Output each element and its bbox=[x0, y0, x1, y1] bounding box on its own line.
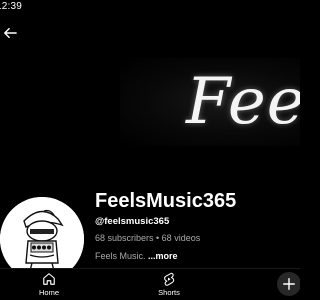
status-bar-time: 12:39 bbox=[0, 1, 23, 12]
arrow-left-icon bbox=[4, 27, 17, 39]
channel-banner: Feels bbox=[120, 58, 300, 146]
back-button[interactable] bbox=[1, 24, 19, 42]
nav-shorts[interactable]: Shorts bbox=[139, 272, 199, 300]
nav-shorts-label: Shorts bbox=[158, 288, 180, 297]
channel-stats: 68 subscribers • 68 videos bbox=[95, 233, 201, 243]
description-text: Feels Music. bbox=[95, 251, 146, 261]
channel-screen: 12:39 Feels FeelsMusic365 bbox=[0, 0, 300, 300]
channel-handle: @feelsmusic365 bbox=[95, 216, 170, 227]
bottom-nav: Home Shorts bbox=[0, 268, 300, 300]
create-button[interactable] bbox=[277, 272, 300, 296]
shorts-icon bbox=[164, 272, 175, 286]
nav-home-label: Home bbox=[38, 288, 59, 297]
plus-icon bbox=[283, 278, 295, 290]
more-link[interactable]: ...more bbox=[148, 251, 178, 261]
banner-text: Feels bbox=[186, 65, 300, 139]
home-icon bbox=[43, 273, 55, 285]
channel-name: FeelsMusic365 bbox=[95, 190, 237, 212]
channel-description[interactable]: Feels Music. ...more bbox=[95, 250, 178, 262]
nav-home[interactable]: Home bbox=[19, 272, 79, 300]
